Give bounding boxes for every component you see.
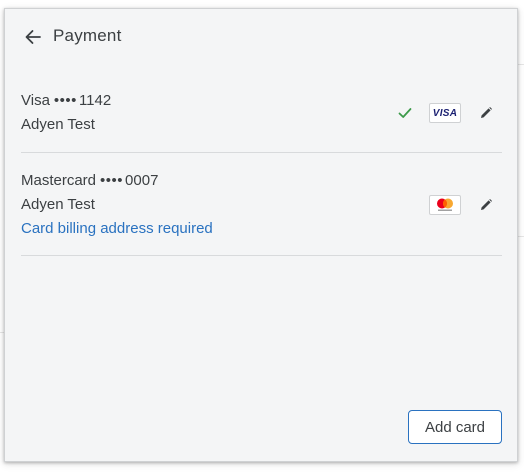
visa-logo-icon: VISA [429, 103, 461, 123]
card-holder: Adyen Test [21, 196, 95, 213]
pencil-icon [481, 199, 492, 210]
billing-address-required-link[interactable]: Card billing address required [21, 220, 213, 237]
add-card-button[interactable]: Add card [408, 410, 502, 444]
card-item[interactable]: Visa •••• 1142 Adyen Test VISA [21, 81, 502, 153]
card-mask: •••• [100, 172, 124, 189]
card-number: Visa •••• 1142 [21, 92, 111, 109]
checkmark-icon [398, 108, 412, 118]
card-item[interactable]: Mastercard •••• 0007 Adyen Test Card billi… [21, 161, 502, 256]
card-holder: Adyen Test [21, 116, 95, 133]
card-mask: •••• [53, 92, 77, 109]
dialog-header: Payment [5, 9, 517, 65]
card-number: Mastercard •••• 0007 [21, 172, 158, 189]
card-brand: Visa [21, 92, 50, 109]
visa-logo-text: VISA [432, 107, 458, 119]
pencil-icon [481, 107, 492, 118]
mastercard-circles-icon [437, 198, 453, 211]
edit-card-button[interactable] [476, 103, 496, 123]
payment-dialog: Payment Visa •••• 1142 Adyen Test VISA Mas… [4, 8, 518, 462]
edit-card-button[interactable] [476, 195, 496, 215]
page-title: Payment [53, 26, 122, 45]
mastercard-logo-icon: mastercard [429, 195, 461, 215]
arrow-left-icon [25, 30, 41, 44]
card-brand: Mastercard [21, 172, 97, 189]
card-last4: 0007 [125, 172, 159, 189]
back-button[interactable] [19, 23, 47, 51]
card-last4: 1142 [78, 92, 112, 109]
